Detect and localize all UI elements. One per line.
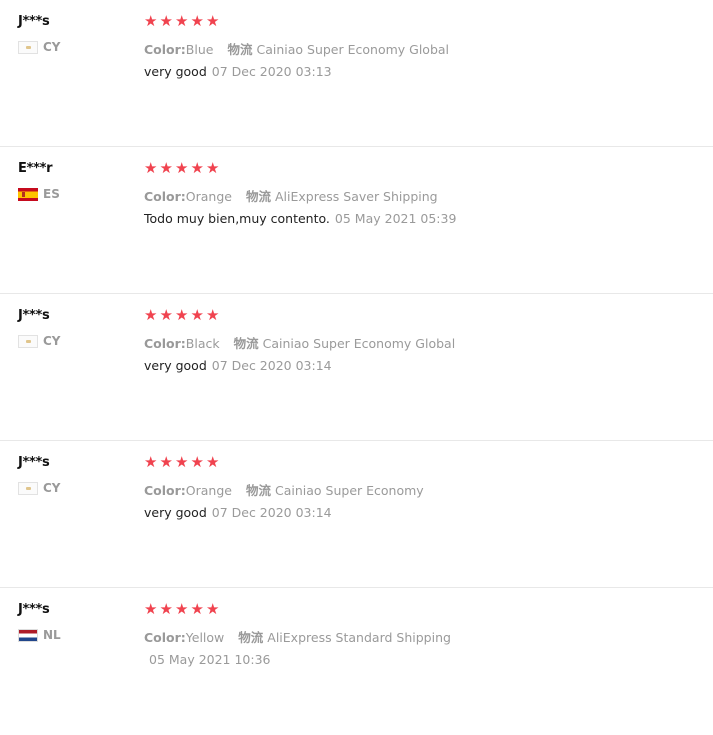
- star-icon: ★: [159, 306, 173, 324]
- color-value: Yellow: [185, 630, 225, 645]
- star-icon: ★: [159, 12, 173, 30]
- shipping-value: Cainiao Super Economy Global: [262, 336, 456, 351]
- review-item: J***s CY ★ ★ ★ ★ ★ Color:Orange 物流 Cainia…: [0, 441, 713, 588]
- color-value: Orange: [185, 189, 232, 204]
- star-icon: ★: [144, 453, 158, 471]
- star-icon: ★: [175, 159, 189, 177]
- reviewer-country: CY: [18, 334, 61, 348]
- star-icon: ★: [144, 306, 158, 324]
- review-item: J***s NL ★ ★ ★ ★ ★ Color:Yellow 物流 AliExp…: [0, 588, 713, 735]
- cyprus-flag-icon: [18, 334, 38, 348]
- star-icon: ★: [190, 306, 204, 324]
- reviewer-country: CY: [18, 481, 61, 495]
- spain-flag-icon: [18, 187, 38, 201]
- color-value: Orange: [185, 483, 232, 498]
- review-text: very good: [144, 358, 207, 373]
- star-icon: ★: [190, 453, 204, 471]
- review-date: 05 May 2021 10:36: [149, 652, 271, 667]
- shipping-label: 物流: [238, 630, 264, 645]
- star-icon: ★: [159, 453, 173, 471]
- color-label: Color:: [144, 189, 186, 204]
- review-date: 05 May 2021 05:39: [334, 211, 457, 226]
- star-icon: ★: [144, 12, 158, 30]
- country-code: CY: [43, 40, 61, 54]
- star-icon: ★: [175, 306, 189, 324]
- review-attributes: Color:Orange 物流 AliExpress Saver Shipping: [144, 186, 438, 205]
- shipping-value: Cainiao Super Economy Global: [256, 42, 450, 57]
- review-feedback: very good 07 Dec 2020 03:14: [144, 505, 332, 520]
- review-attributes: Color:Yellow 物流 AliExpress Standard Shipp…: [144, 627, 451, 646]
- star-icon: ★: [159, 600, 173, 618]
- star-rating: ★ ★ ★ ★ ★: [144, 13, 222, 29]
- country-code: ES: [43, 187, 60, 201]
- star-icon: ★: [206, 12, 220, 30]
- reviewer-country: ES: [18, 187, 60, 201]
- cyprus-flag-icon: [18, 40, 38, 54]
- star-icon: ★: [175, 12, 189, 30]
- review-date: 07 Dec 2020 03:14: [211, 505, 332, 520]
- shipping-label: 物流: [233, 336, 259, 351]
- reviewer-country: CY: [18, 40, 61, 54]
- star-icon: ★: [175, 600, 189, 618]
- cyprus-flag-icon: [18, 481, 38, 495]
- reviewer-name: J***s: [18, 14, 50, 29]
- star-icon: ★: [144, 600, 158, 618]
- country-code: CY: [43, 481, 61, 495]
- star-rating: ★ ★ ★ ★ ★: [144, 160, 222, 176]
- review-item: E***r ES ★ ★ ★ ★ ★ Color:Orange 物流 AliExp…: [0, 147, 713, 294]
- star-icon: ★: [206, 600, 220, 618]
- review-date: 07 Dec 2020 03:13: [211, 64, 332, 79]
- star-icon: ★: [190, 12, 204, 30]
- star-rating: ★ ★ ★ ★ ★: [144, 454, 222, 470]
- reviewer-name: E***r: [18, 161, 53, 176]
- country-code: CY: [43, 334, 61, 348]
- color-value: Black: [185, 336, 220, 351]
- color-label: Color:: [144, 483, 186, 498]
- star-icon: ★: [144, 159, 158, 177]
- star-icon: ★: [190, 159, 204, 177]
- shipping-label: 物流: [245, 483, 271, 498]
- star-icon: ★: [206, 306, 220, 324]
- shipping-label: 物流: [245, 189, 271, 204]
- color-label: Color:: [144, 336, 186, 351]
- color-value: Blue: [185, 42, 214, 57]
- shipping-label: 物流: [227, 42, 253, 57]
- review-attributes: Color:Blue 物流 Cainiao Super Economy Globa…: [144, 39, 449, 58]
- review-item: J***s CY ★ ★ ★ ★ ★ Color:Blue 物流 Cainiao …: [0, 0, 713, 147]
- color-label: Color:: [144, 630, 186, 645]
- review-text: Todo muy bien,muy contento.: [144, 211, 330, 226]
- review-item: J***s CY ★ ★ ★ ★ ★ Color:Black 物流 Cainiao…: [0, 294, 713, 441]
- review-attributes: Color:Black 物流 Cainiao Super Economy Glob…: [144, 333, 455, 352]
- star-rating: ★ ★ ★ ★ ★: [144, 307, 222, 323]
- reviewer-name: J***s: [18, 602, 50, 617]
- star-rating: ★ ★ ★ ★ ★: [144, 601, 222, 617]
- star-icon: ★: [190, 600, 204, 618]
- shipping-value: AliExpress Saver Shipping: [274, 189, 438, 204]
- review-text: very good: [144, 64, 207, 79]
- review-feedback: 05 May 2021 10:36: [144, 652, 271, 667]
- review-attributes: Color:Orange 物流 Cainiao Super Economy: [144, 480, 424, 499]
- reviewer-country: NL: [18, 628, 61, 642]
- netherlands-flag-icon: [18, 628, 38, 642]
- star-icon: ★: [206, 159, 220, 177]
- shipping-value: AliExpress Standard Shipping: [267, 630, 451, 645]
- color-label: Color:: [144, 42, 186, 57]
- reviewer-name: J***s: [18, 308, 50, 323]
- country-code: NL: [43, 628, 61, 642]
- star-icon: ★: [206, 453, 220, 471]
- reviewer-name: J***s: [18, 455, 50, 470]
- review-feedback: Todo muy bien,muy contento. 05 May 2021 0…: [144, 211, 456, 226]
- review-date: 07 Dec 2020 03:14: [211, 358, 332, 373]
- review-feedback: very good 07 Dec 2020 03:14: [144, 358, 332, 373]
- star-icon: ★: [175, 453, 189, 471]
- star-icon: ★: [159, 159, 173, 177]
- shipping-value: Cainiao Super Economy: [274, 483, 424, 498]
- review-text: very good: [144, 505, 207, 520]
- review-feedback: very good 07 Dec 2020 03:13: [144, 64, 332, 79]
